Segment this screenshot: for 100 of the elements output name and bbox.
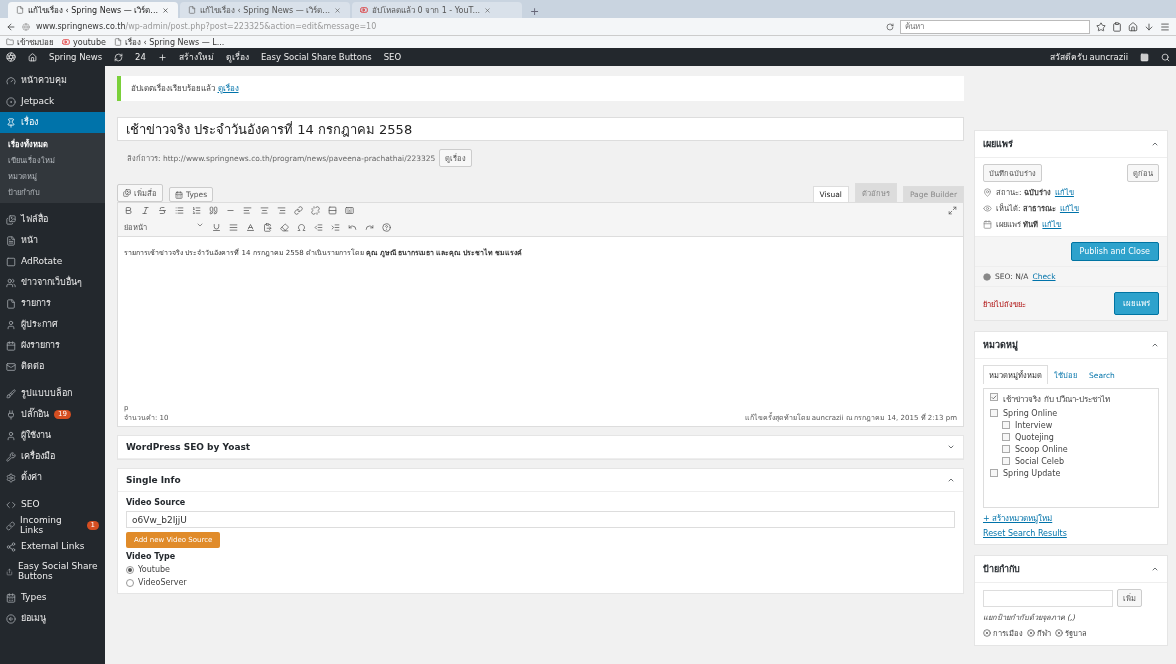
- close-icon[interactable]: [334, 6, 341, 14]
- fullscreen-icon[interactable]: [948, 206, 957, 215]
- toolbar-icon[interactable]: [192, 206, 201, 215]
- menu-item-icon: [6, 388, 16, 399]
- category-checkbox[interactable]: [1002, 445, 1010, 453]
- browser-tab[interactable]: แก้ไขเรื่อง ‹ Spring News — เวิร์ด...: [180, 2, 350, 18]
- toolbar-icon[interactable]: [345, 206, 354, 215]
- toolbar-icon[interactable]: [212, 222, 221, 232]
- title-field[interactable]: เช้าข่าวจริง ประจำวันอังคารที่ 14 กรกฎาคม 2558: [117, 117, 964, 141]
- sidebar-item[interactable]: Types: [0, 587, 105, 608]
- updates-link[interactable]: 24: [135, 52, 146, 62]
- admin-bar-link[interactable]: Easy Social Share Buttons: [260, 52, 372, 62]
- toolbar-icon[interactable]: [382, 222, 391, 232]
- back-icon[interactable]: [6, 21, 16, 32]
- sidebar-item[interactable]: ย่อเมนู: [0, 608, 105, 629]
- sidebar-item[interactable]: ตั้งค่า: [0, 467, 105, 488]
- toolbar-icon[interactable]: [365, 222, 374, 232]
- reload-icon[interactable]: [886, 22, 894, 31]
- toolbar-icon[interactable]: [277, 206, 286, 215]
- sidebar-item[interactable]: หน้าควบคุม: [0, 70, 105, 91]
- toolbar-icon[interactable]: [260, 206, 269, 215]
- sidebar-item[interactable]: รูปแบบบล็อก: [0, 383, 105, 404]
- add-category-link[interactable]: + สร้างหมวดหมู่ใหม่: [983, 512, 1159, 525]
- sidebar-item[interactable]: AdRotate: [0, 251, 105, 272]
- toolbar-icon[interactable]: [158, 206, 167, 215]
- logo-icon[interactable]: [6, 52, 16, 62]
- category-checkbox[interactable]: [990, 393, 998, 401]
- site-link[interactable]: Spring News: [49, 52, 103, 62]
- toolbar-icon[interactable]: [141, 206, 150, 215]
- sidebar-item[interactable]: เรื่อง: [0, 112, 105, 133]
- toggle-icon[interactable]: [947, 476, 955, 484]
- close-icon[interactable]: [484, 6, 492, 14]
- bookmark[interactable]: เรื่อง ‹ Spring News — L...: [113, 35, 225, 49]
- category-checkbox[interactable]: [1002, 457, 1010, 465]
- reset-search-link[interactable]: Reset Search Results: [983, 529, 1159, 538]
- sidebar-item[interactable]: ติดต่อ: [0, 356, 105, 377]
- sidebar-item[interactable]: หน้า: [0, 230, 105, 251]
- toolbar-icon[interactable]: [175, 206, 184, 215]
- toolbar-icon[interactable]: [297, 222, 306, 232]
- toolbar-icon[interactable]: [209, 206, 218, 215]
- browser-tab[interactable]: แก้ไขเรื่อง ‹ Spring News — เวิร์ด...: [8, 2, 178, 18]
- plus-icon[interactable]: [157, 52, 167, 62]
- toolbar-icon[interactable]: [246, 222, 255, 232]
- category-checkbox[interactable]: [990, 409, 998, 417]
- remove-icon[interactable]: [1027, 629, 1035, 637]
- download-icon[interactable]: [1144, 21, 1154, 32]
- sidebar-item[interactable]: ผังรายการ: [0, 335, 105, 356]
- toggle-icon[interactable]: [947, 443, 955, 451]
- category-checkbox[interactable]: [1002, 433, 1010, 441]
- toolbar-icon[interactable]: [124, 206, 133, 215]
- address-field[interactable]: www.springnews.co.th/wp-admin/post.php?post=223325&action=edit&message=10: [36, 22, 880, 31]
- new-link[interactable]: สร้างใหม่: [178, 50, 214, 64]
- sidebar-item[interactable]: Jetpack: [0, 91, 105, 112]
- sidebar-item[interactable]: Easy Social Share Buttons: [0, 557, 105, 587]
- toolbar-icon[interactable]: [311, 206, 320, 215]
- sidebar-item[interactable]: รายการ: [0, 293, 105, 314]
- remove-icon[interactable]: [983, 629, 991, 637]
- refresh-icon[interactable]: [114, 52, 124, 62]
- bookmark[interactable]: เข้าชมบ่อย: [6, 35, 54, 49]
- search-icon[interactable]: [1161, 52, 1170, 62]
- remove-icon[interactable]: [1055, 629, 1063, 637]
- star-icon[interactable]: [1096, 21, 1106, 32]
- admin-bar-link[interactable]: ดูเรื่อง: [225, 50, 249, 64]
- new-tab-button[interactable]: +: [524, 5, 546, 18]
- category-checkbox[interactable]: [1002, 421, 1010, 429]
- radio-button[interactable]: [126, 565, 134, 574]
- sidebar-item[interactable]: ข่าวจากเว็บอื่นๆ: [0, 272, 105, 293]
- user-greeting[interactable]: สวัสดีครับ auncrazii: [1049, 50, 1128, 64]
- radio-button[interactable]: [126, 578, 134, 587]
- toolbar-icon[interactable]: [229, 222, 238, 232]
- admin-bar-link[interactable]: SEO: [383, 52, 402, 62]
- toolbar-icon[interactable]: [328, 206, 337, 215]
- toggle-icon[interactable]: [1151, 341, 1159, 349]
- sidebar-item[interactable]: ผู้ประกาศ: [0, 314, 105, 335]
- view-post-link[interactable]: ดูเรื่อง: [217, 84, 239, 93]
- bookmark[interactable]: youtube: [62, 37, 106, 47]
- sidebar-item[interactable]: SEO: [0, 494, 105, 515]
- sidebar-item[interactable]: ไฟล์สื่อ: [0, 209, 105, 230]
- sidebar-item[interactable]: เครื่องมือ: [0, 446, 105, 467]
- search-field[interactable]: ค้นหา: [900, 19, 1090, 34]
- toolbar-icon[interactable]: [314, 222, 323, 232]
- category-checkbox[interactable]: [990, 469, 998, 477]
- clipboard-icon[interactable]: [1112, 21, 1122, 32]
- toolbar-icon[interactable]: [331, 222, 340, 232]
- toggle-icon[interactable]: [1151, 140, 1159, 148]
- sidebar-item[interactable]: External Links: [0, 536, 105, 557]
- toolbar-icon[interactable]: [280, 222, 289, 232]
- box-title: Single Info: [126, 475, 181, 485]
- home-icon[interactable]: [1128, 21, 1138, 32]
- toolbar-icon[interactable]: [348, 222, 357, 232]
- video-source-field[interactable]: o6Vw_b2IjjU: [126, 511, 955, 528]
- sidebar-item[interactable]: ผู้ใช้งาน: [0, 425, 105, 446]
- close-icon[interactable]: [162, 6, 169, 14]
- menu-icon[interactable]: [1160, 21, 1170, 32]
- toggle-icon[interactable]: [1151, 565, 1159, 573]
- toolbar-icon[interactable]: [294, 206, 303, 215]
- browser-tab[interactable]: อัปโหลดแล้ว 0 จาก 1 - YouT...: [352, 2, 522, 18]
- toolbar-icon[interactable]: [243, 206, 252, 215]
- toolbar-icon[interactable]: [263, 222, 272, 232]
- tag-field[interactable]: [983, 589, 1113, 607]
